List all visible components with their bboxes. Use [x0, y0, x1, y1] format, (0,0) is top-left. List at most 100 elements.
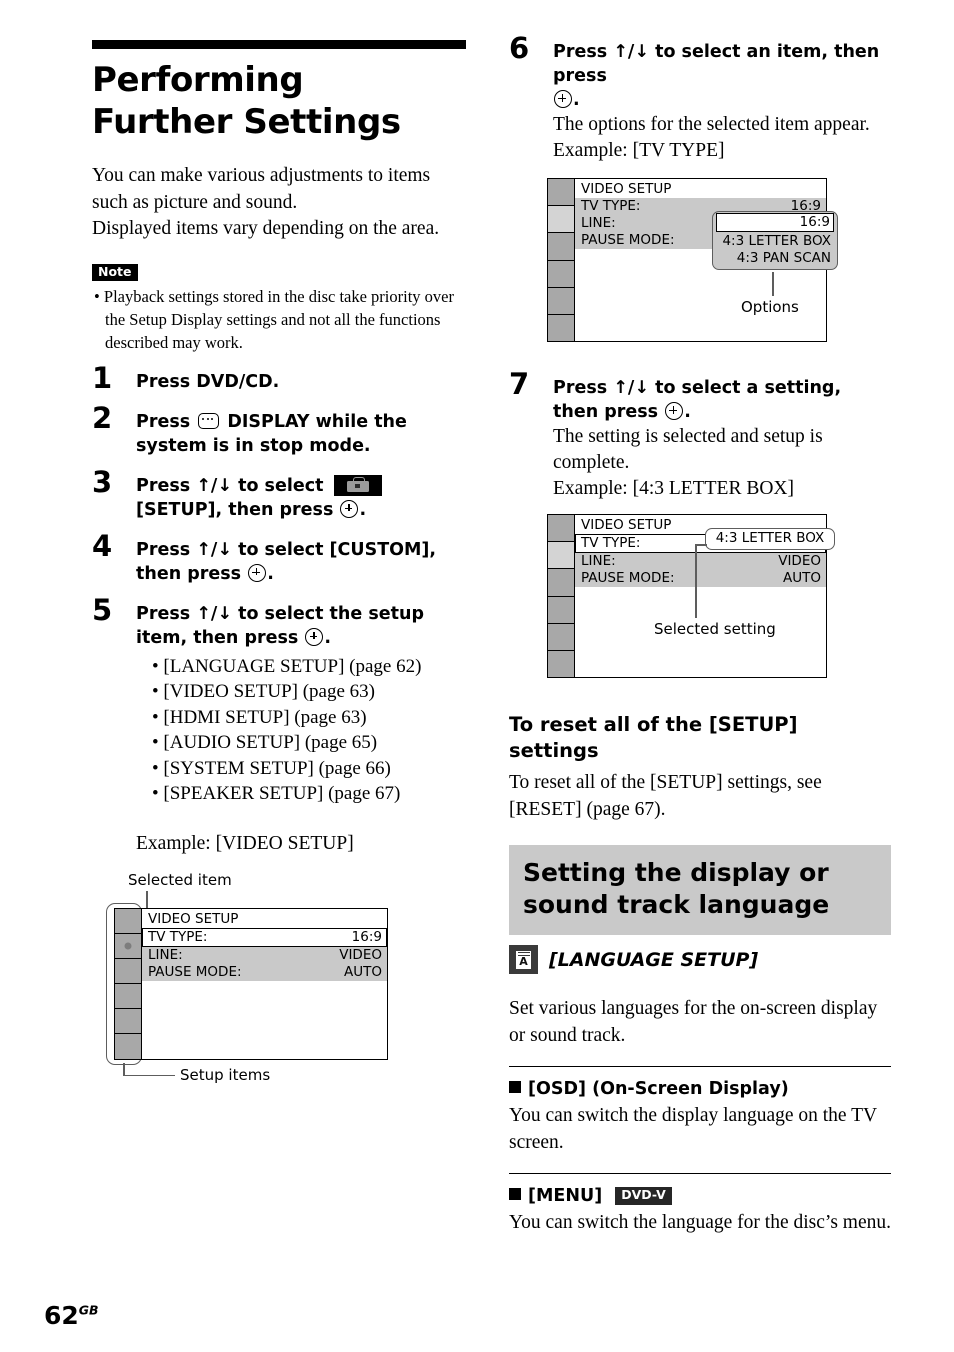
rail-cell[interactable] [548, 515, 574, 543]
page-region: GB [78, 1302, 99, 1318]
rail-cell[interactable] [548, 314, 574, 342]
divider [509, 1173, 891, 1174]
osd-row[interactable]: TV TYPE: 16:9 [142, 927, 387, 947]
updown-arrows-icon: ↑/↓ [613, 378, 649, 398]
selected-setting-label: Selected setting [654, 620, 776, 638]
osd-section-body: You can switch the display language on t… [509, 1105, 877, 1153]
rail-selected-dot [124, 942, 132, 950]
step-5-text: Press ↑/↓ to select the setup item, then… [136, 602, 470, 650]
rail-cell[interactable] [115, 958, 141, 985]
square-bullet-icon [509, 1188, 521, 1200]
step-5-label-d: . [324, 627, 332, 648]
osd-row[interactable]: PAUSE MODE: AUTO [575, 570, 826, 587]
option-item[interactable]: 4:3 LETTER BOX [713, 233, 837, 250]
list-item: • [LANGUAGE SETUP] (page 62) [152, 655, 422, 677]
step-2-text: Press DISPLAY while the system is in sto… [136, 410, 470, 458]
rail-cell[interactable] [548, 596, 574, 624]
setup-toolbox-icon [333, 474, 382, 496]
rail-cell[interactable] [115, 1009, 141, 1035]
selected-setting-callout: 4:3 LETTER BOX [705, 528, 835, 550]
language-setup-heading: A [LANGUAGE SETUP] [509, 945, 891, 974]
osd-row-name: TV TYPE: [581, 198, 641, 214]
rail-cell[interactable] [548, 650, 574, 678]
note-block: Note • Playback settings stored in the d… [92, 263, 470, 354]
osd-section-title: [OSD] (On-Screen Display) [528, 1079, 789, 1099]
osd-diagram-tv-type-options: VIDEO SETUP TV TYPE: 16:9 LINE: PAUSE MOD… [547, 178, 891, 350]
list-item-label: [SYSTEM SETUP] (page 66) [163, 757, 391, 779]
step-2-number: 2 [92, 400, 113, 435]
step-7-label-a: Press [553, 378, 608, 398]
reset-heading: To reset all of the [SETUP] settings [509, 713, 798, 762]
step-6-sub-1: The options for the selected item appear… [553, 114, 870, 135]
rail-cell[interactable] [115, 1034, 141, 1059]
rail-cell-selected[interactable] [115, 933, 141, 959]
square-bullet-icon [509, 1081, 521, 1093]
updown-arrows-icon: ↑/↓ [196, 603, 232, 624]
step-7-label-c: . [684, 402, 691, 422]
leader-line [695, 544, 697, 618]
list-item-label: [AUDIO SETUP] (page 65) [163, 732, 378, 753]
section-band: Setting the display or sound track langu… [509, 845, 891, 935]
options-label: Options [741, 298, 799, 316]
step-1-text: Press DVD/CD. [136, 370, 470, 394]
osd-row-value: AUTO [783, 570, 821, 586]
setup-items-label: Setup items [180, 1065, 271, 1084]
step-2-label-a: Press [136, 411, 191, 432]
rail-cell[interactable] [548, 287, 574, 315]
title-rule [92, 40, 466, 49]
rail-cell[interactable] [115, 908, 141, 934]
osd-row[interactable]: LINE: VIDEO [575, 553, 826, 570]
osd-title: VIDEO SETUP [142, 908, 387, 928]
rail-cell-selected[interactable] [548, 206, 574, 234]
rail-cell[interactable] [548, 623, 574, 651]
step-1-label: Press DVD/CD. [136, 371, 280, 392]
rail-cell[interactable] [115, 984, 141, 1010]
rail-cell[interactable] [548, 179, 574, 207]
osd-section-heading: [OSD] (On-Screen Display) [509, 1078, 891, 1101]
step-4-label-a: Press [136, 539, 191, 560]
osd-body: VIDEO SETUP TV TYPE: 16:9 LINE: VIDEO PAUS… [142, 908, 387, 1059]
osd-rail [115, 908, 142, 1059]
step-6-sub-2: Example: [TV TYPE] [553, 140, 725, 161]
step-5: 5 Press ↑/↓ to select the setup item, th… [92, 595, 470, 857]
rail-cell[interactable] [548, 260, 574, 288]
osd-row-name: TV TYPE: [148, 928, 208, 945]
step-3-label-d: . [359, 499, 367, 520]
display-icon [198, 412, 220, 429]
dvd-v-badge: DVD-V [615, 1187, 672, 1205]
osd-row[interactable]: LINE: VIDEO [142, 946, 387, 964]
step-7-text: Press ↑/↓ to select a setting, then pres… [553, 376, 891, 424]
osd-row-name: TV TYPE: [581, 535, 641, 551]
osd-title: VIDEO SETUP [575, 179, 826, 198]
step-6-label-c: . [573, 90, 580, 110]
option-item-selected[interactable]: 16:9 [716, 213, 834, 232]
enter-icon [340, 499, 359, 518]
osd-title-text: VIDEO SETUP [581, 181, 672, 197]
osd-row[interactable]: PAUSE MODE: AUTO [142, 963, 387, 981]
intro-line-1: You can make various adjustments to item… [92, 165, 431, 213]
list-item-label: [HDMI SETUP] (page 63) [163, 706, 367, 728]
step-7-number: 7 [509, 367, 530, 401]
osd-rail [548, 179, 575, 342]
reset-section: To reset all of the [SETUP] settings To … [509, 712, 891, 823]
language-book-icon: A [509, 945, 538, 974]
step-3-text: Press ↑/↓ to select [SETUP], then press … [136, 474, 470, 522]
step-6-label-a: Press [553, 42, 608, 62]
selected-setting-value: 4:3 LETTER BOX [715, 530, 825, 546]
osd-diagram-video-setup: Selected item VIDEO SETUP TV TYPE: 16:9 L… [98, 871, 470, 1086]
rail-cell-selected[interactable] [548, 542, 574, 570]
step-7: 7 Press ↑/↓ to select a setting, then pr… [509, 370, 891, 502]
rail-cell[interactable] [548, 233, 574, 261]
list-item: • [VIDEO SETUP] (page 63) [152, 681, 375, 702]
step-5-number: 5 [92, 592, 113, 627]
option-item[interactable]: 4:3 PAN SCAN [713, 250, 837, 267]
menu-section-heading: [MENU] DVD-V [509, 1185, 891, 1208]
rail-cell[interactable] [548, 569, 574, 597]
list-item: • [SPEAKER SETUP] (page 67) [152, 783, 401, 804]
page-folio: 62GB [44, 1301, 99, 1330]
step-3: 3 Press ↑/↓ to select [SETUP], then pres… [92, 467, 470, 522]
left-column: Performing Further Settings You can make… [92, 40, 470, 1086]
enter-icon [305, 627, 324, 646]
note-item-text: Playback settings stored in the disc tak… [103, 286, 454, 352]
updown-arrows-icon: ↑/↓ [613, 42, 649, 62]
